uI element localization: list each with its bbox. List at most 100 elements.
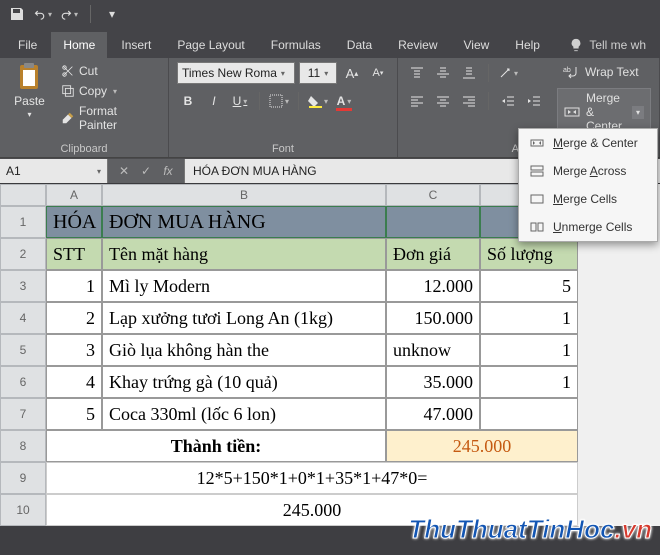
row-header[interactable]: 5: [0, 334, 46, 366]
increase-font-icon[interactable]: A▴: [341, 62, 363, 84]
cell[interactable]: Số lượng: [480, 238, 578, 270]
cell[interactable]: 1: [480, 366, 578, 398]
merge-icon: [564, 104, 580, 120]
font-name-combo[interactable]: Times New Roma▾: [177, 62, 295, 84]
enter-formula-icon[interactable]: ✓: [136, 161, 156, 181]
cell[interactable]: unknow: [386, 334, 480, 366]
cell[interactable]: Giò lụa không hàn the: [102, 334, 386, 366]
tab-insert[interactable]: Insert: [109, 32, 163, 58]
chevron-down-icon: ▾: [632, 106, 644, 119]
menu-merge-cells[interactable]: Merge Cells: [519, 185, 657, 213]
cell[interactable]: 35.000: [386, 366, 480, 398]
row-header[interactable]: 7: [0, 398, 46, 430]
cell[interactable]: 150.000: [386, 302, 480, 334]
lightbulb-icon: [569, 38, 583, 52]
align-middle-icon[interactable]: [432, 62, 454, 84]
tell-me[interactable]: Tell me wh: [561, 32, 654, 58]
qat-customize-icon[interactable]: ▾: [103, 5, 121, 23]
cell[interactable]: 12*5+150*1+0*1+35*1+47*0=: [46, 462, 578, 494]
cell[interactable]: 1: [480, 334, 578, 366]
cell[interactable]: 4: [46, 366, 102, 398]
decrease-indent-icon[interactable]: [497, 90, 519, 112]
cell[interactable]: 12.000: [386, 270, 480, 302]
italic-button[interactable]: I: [203, 90, 225, 112]
wrap-text-button[interactable]: ab Wrap Text: [557, 62, 651, 82]
row-header[interactable]: 9: [0, 462, 46, 494]
cell[interactable]: Lạp xưởng tươi Long An (1kg): [102, 302, 386, 334]
tab-view[interactable]: View: [452, 32, 502, 58]
row-header[interactable]: 4: [0, 302, 46, 334]
cell[interactable]: 245.000: [386, 430, 578, 462]
row-header[interactable]: 8: [0, 430, 46, 462]
col-header-c[interactable]: C: [386, 184, 480, 206]
fx-icon[interactable]: fx: [158, 161, 178, 181]
cell[interactable]: 3: [46, 334, 102, 366]
row-header[interactable]: 1: [0, 206, 46, 238]
font-color-button[interactable]: A: [333, 90, 355, 112]
bold-button[interactable]: B: [177, 90, 199, 112]
cell[interactable]: ĐƠN MUA HÀNG: [102, 206, 386, 238]
cell[interactable]: Thành tiền:: [46, 430, 386, 462]
merge-center-icon: [529, 135, 545, 151]
scissors-icon: [61, 64, 75, 78]
select-all-corner[interactable]: [0, 184, 46, 206]
cell[interactable]: 1: [480, 302, 578, 334]
cell[interactable]: Mì ly Modern: [102, 270, 386, 302]
menu-merge-center[interactable]: Merge & Center: [519, 129, 657, 157]
cell[interactable]: 2: [46, 302, 102, 334]
orientation-icon[interactable]: [497, 62, 519, 84]
svg-text:ab: ab: [563, 67, 571, 74]
undo-icon[interactable]: [34, 5, 52, 23]
col-header-a[interactable]: A: [46, 184, 102, 206]
cell[interactable]: 47.000: [386, 398, 480, 430]
cell[interactable]: Khay trứng gà (10 quả): [102, 366, 386, 398]
col-header-b[interactable]: B: [102, 184, 386, 206]
tab-help[interactable]: Help: [503, 32, 552, 58]
cell[interactable]: Đơn giá: [386, 238, 480, 270]
merge-cells-icon: [529, 191, 545, 207]
group-clipboard: Paste ▾ Cut Copy Format Painter Clipboar…: [0, 58, 169, 157]
row-header[interactable]: 10: [0, 494, 46, 526]
menu-merge-across[interactable]: Merge Across: [519, 157, 657, 185]
row-header[interactable]: 3: [0, 270, 46, 302]
menu-unmerge-cells[interactable]: Unmerge Cells: [519, 213, 657, 241]
increase-indent-icon[interactable]: [523, 90, 545, 112]
tab-data[interactable]: Data: [335, 32, 384, 58]
row-header[interactable]: 2: [0, 238, 46, 270]
align-left-icon[interactable]: [406, 90, 428, 112]
redo-icon[interactable]: [60, 5, 78, 23]
align-right-icon[interactable]: [458, 90, 480, 112]
align-top-icon[interactable]: [406, 62, 428, 84]
cell[interactable]: STT: [46, 238, 102, 270]
paste-button[interactable]: Paste ▾: [8, 62, 51, 119]
decrease-font-icon[interactable]: A▾: [367, 62, 389, 84]
tab-review[interactable]: Review: [386, 32, 449, 58]
align-center-icon[interactable]: [432, 90, 454, 112]
font-size-combo[interactable]: 11▾: [299, 62, 337, 84]
cell[interactable]: HÓA: [46, 206, 102, 238]
wrap-text-icon: ab: [563, 64, 579, 80]
name-box[interactable]: A1 ▾: [0, 159, 108, 183]
row-header[interactable]: 6: [0, 366, 46, 398]
underline-button[interactable]: U: [229, 90, 251, 112]
cell[interactable]: Coca 330ml (lốc 6 lon): [102, 398, 386, 430]
tab-formulas[interactable]: Formulas: [259, 32, 333, 58]
watermark: ThuThuatTinHoc.vn: [408, 514, 652, 545]
align-bottom-icon[interactable]: [458, 62, 480, 84]
cell[interactable]: [386, 206, 480, 238]
cut-button[interactable]: Cut: [57, 62, 160, 80]
tab-home[interactable]: Home: [51, 32, 107, 58]
cell[interactable]: Tên mặt hàng: [102, 238, 386, 270]
tab-file[interactable]: File: [6, 32, 49, 58]
fill-color-button[interactable]: [307, 90, 329, 112]
format-painter-button[interactable]: Format Painter: [57, 102, 160, 134]
tab-page-layout[interactable]: Page Layout: [165, 32, 256, 58]
border-button[interactable]: [268, 90, 290, 112]
cell[interactable]: 5: [46, 398, 102, 430]
cell[interactable]: 1: [46, 270, 102, 302]
save-icon[interactable]: [8, 5, 26, 23]
cell[interactable]: [480, 398, 578, 430]
copy-button[interactable]: Copy: [57, 82, 160, 100]
cell[interactable]: 5: [480, 270, 578, 302]
cancel-formula-icon[interactable]: ✕: [114, 161, 134, 181]
